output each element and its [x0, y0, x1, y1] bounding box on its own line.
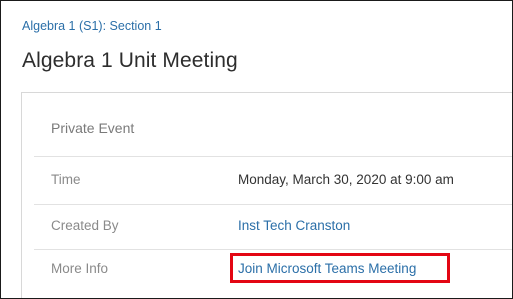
privacy-label: Private Event [51, 120, 135, 136]
divider [34, 156, 512, 157]
event-details-panel: Private Event Time Monday, March 30, 202… [21, 92, 512, 298]
divider [34, 249, 512, 250]
created-by-label: Created By [51, 218, 119, 233]
breadcrumb-course-section[interactable]: Algebra 1 (S1): Section 1 [22, 19, 162, 33]
created-by-link[interactable]: Inst Tech Cranston [238, 218, 350, 233]
highlight-box [230, 253, 450, 283]
more-info-label: More Info [51, 261, 109, 276]
time-label: Time [51, 172, 81, 187]
page-title: Algebra 1 Unit Meeting [22, 49, 238, 72]
event-details-window: Algebra 1 (S1): Section 1 Algebra 1 Unit… [0, 0, 513, 299]
divider [34, 204, 512, 205]
time-value: Monday, March 30, 2020 at 9:00 am [238, 172, 454, 187]
